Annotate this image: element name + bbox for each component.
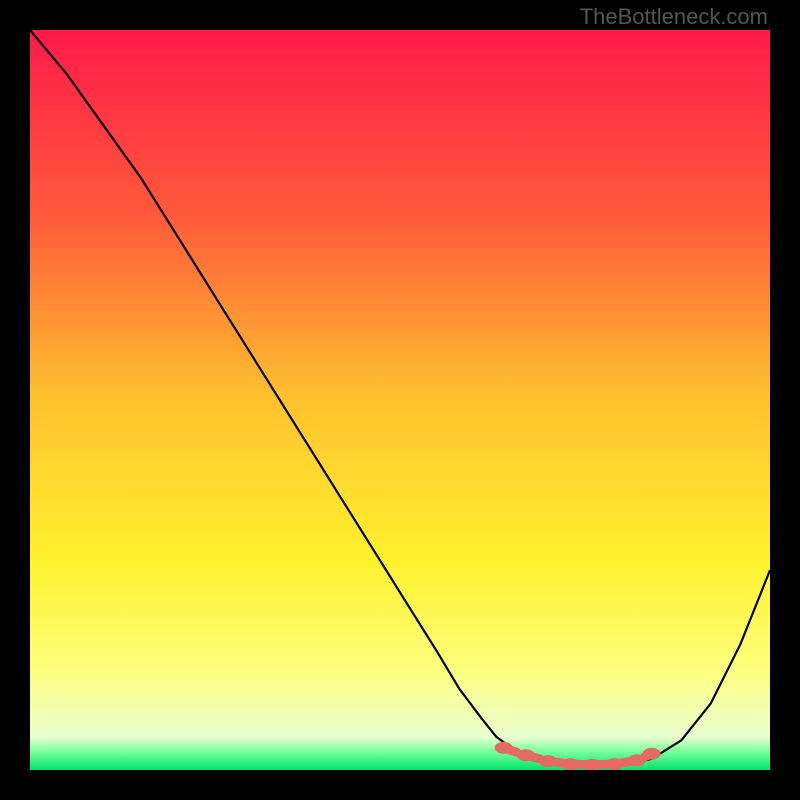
optimal-marker xyxy=(606,758,624,770)
bottleneck-chart xyxy=(30,30,770,770)
optimal-marker xyxy=(495,742,513,754)
gradient-background xyxy=(30,30,770,770)
optimal-marker xyxy=(517,749,535,761)
optimal-marker xyxy=(539,755,557,767)
watermark-text: TheBottleneck.com xyxy=(580,4,768,30)
optimal-marker xyxy=(643,748,661,760)
optimal-marker xyxy=(561,758,579,770)
optimal-marker xyxy=(628,754,646,766)
chart-frame xyxy=(30,30,770,770)
